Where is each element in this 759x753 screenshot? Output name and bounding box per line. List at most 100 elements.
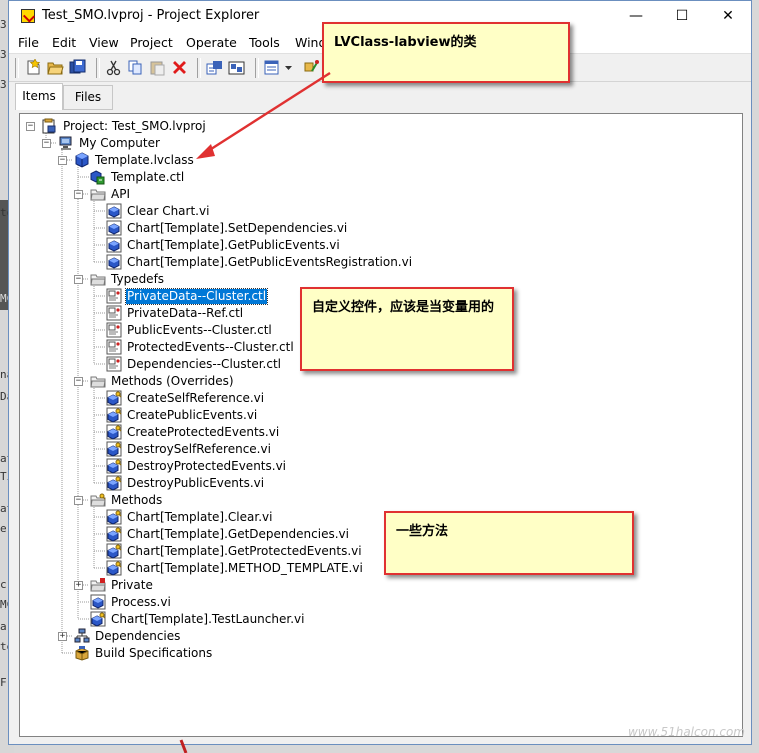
collapse-toggle-icon[interactable]: − — [74, 190, 83, 199]
menu-edit[interactable]: Edit — [52, 35, 76, 50]
callout-lvclass: LVClass-labview的类 — [322, 22, 570, 83]
tree-item[interactable]: Template.ctl — [90, 169, 720, 186]
tree-item-label: Methods (Overrides) — [111, 374, 234, 388]
tree-item[interactable]: CreatePublicEvents.vi — [106, 407, 720, 424]
menu-operate[interactable]: Operate — [186, 35, 237, 50]
window-title: Test_SMO.lvproj - Project Explorer — [42, 8, 260, 23]
tree-item-label: PublicEvents--Cluster.ctl — [127, 323, 272, 337]
collapse-toggle-icon[interactable]: − — [74, 496, 83, 505]
copy-icon[interactable] — [127, 59, 144, 76]
tab-bar: Items Files — [9, 81, 751, 110]
menu-view[interactable]: View — [89, 35, 119, 50]
dependencies-icon — [74, 628, 90, 643]
collapse-toggle-icon[interactable]: − — [26, 122, 35, 131]
dependencies-tool-icon[interactable] — [303, 59, 320, 76]
folder-private-icon — [90, 578, 106, 592]
tree-item[interactable]: DestroyPublicEvents.vi — [106, 475, 720, 492]
maximize-button[interactable]: ☐ — [659, 1, 705, 32]
tree-item[interactable]: Methods (Overrides) — [90, 373, 720, 390]
tree-item-label: Process.vi — [111, 595, 171, 609]
tree-item-label: Methods — [111, 493, 163, 507]
ctl-icon — [106, 322, 122, 338]
expand-toggle-icon[interactable]: + — [58, 632, 67, 641]
vi-key-icon — [106, 407, 122, 423]
background-glyph: F — [0, 676, 7, 689]
background-glyph: 3 — [0, 48, 7, 61]
tree-item[interactable]: Chart[Template].GetPublicEventsRegistrat… — [106, 254, 720, 271]
background-glyph: a — [0, 620, 7, 633]
close-window-button[interactable]: ✕ — [705, 1, 751, 32]
build-icon[interactable] — [206, 59, 223, 76]
tree-item-label: DestroyPublicEvents.vi — [127, 476, 265, 490]
tree-item[interactable]: Build Specifications — [74, 645, 720, 662]
delete-icon[interactable] — [171, 59, 188, 76]
tree-item[interactable]: Project: Test_SMO.lvproj — [42, 118, 720, 135]
vi-icon — [90, 594, 106, 610]
vi-icon — [106, 220, 122, 236]
tree-item-label: Chart[Template].GetDependencies.vi — [127, 527, 349, 541]
tree-item[interactable]: Dependencies — [74, 628, 720, 645]
folder-icon — [90, 189, 106, 201]
new-icon[interactable] — [25, 59, 42, 76]
vi-key-icon — [106, 543, 122, 559]
vi-key-icon — [106, 424, 122, 440]
tree-item[interactable]: Private — [90, 577, 720, 594]
tree-item-label: CreateProtectedEvents.vi — [127, 425, 280, 439]
tree-item[interactable]: DestroyProtectedEvents.vi — [106, 458, 720, 475]
collapse-toggle-icon[interactable]: − — [42, 139, 51, 148]
vi-key-icon — [90, 611, 106, 627]
ctl-icon — [106, 339, 122, 355]
paste-icon[interactable] — [149, 59, 166, 76]
menu-tools[interactable]: Tools — [249, 35, 280, 50]
menu-project[interactable]: Project — [130, 35, 173, 50]
tree-item[interactable]: CreateProtectedEvents.vi — [106, 424, 720, 441]
folder-icon — [90, 376, 106, 388]
collapse-toggle-icon[interactable]: − — [58, 156, 67, 165]
expand-toggle-icon[interactable]: + — [74, 581, 83, 590]
tree-item[interactable]: Typedefs — [90, 271, 720, 288]
tree-item-label: PrivateData--Cluster.ctl — [124, 288, 269, 305]
ctl-icon — [106, 356, 122, 372]
open-folder-icon[interactable] — [47, 59, 64, 76]
minimize-button[interactable]: — — [613, 1, 659, 32]
tree-item-label: Private — [111, 578, 153, 592]
tree-item[interactable]: CreateSelfReference.vi — [106, 390, 720, 407]
tree-item[interactable]: My Computer — [58, 135, 720, 152]
vi-key-icon — [106, 458, 122, 474]
tree-item[interactable]: Chart[Template].TestLauncher.vi — [90, 611, 720, 628]
tree-item[interactable]: DestroySelfReference.vi — [106, 441, 720, 458]
tree-item-label: DestroySelfReference.vi — [127, 442, 271, 456]
vi-icon — [106, 254, 122, 270]
tab-files[interactable]: Files — [63, 85, 113, 110]
menu-file[interactable]: File — [18, 35, 39, 50]
tree-item-label: Dependencies--Cluster.ctl — [127, 357, 282, 371]
tree-item-label: Build Specifications — [95, 646, 213, 660]
tree-item-label: Chart[Template].Clear.vi — [127, 510, 273, 524]
tree-item-label: Project: Test_SMO.lvproj — [63, 119, 206, 133]
collapse-toggle-icon[interactable]: − — [74, 377, 83, 386]
cut-icon[interactable] — [105, 59, 122, 76]
project-explorer-window: Test_SMO.lvproj - Project Explorer — ☐ ✕… — [8, 0, 752, 745]
tree-item[interactable]: Chart[Template].SetDependencies.vi — [106, 220, 720, 237]
tree-item-label: PrivateData--Ref.ctl — [127, 306, 244, 320]
tree-item-label: Chart[Template].GetPublicEvents.vi — [127, 238, 340, 252]
tab-items[interactable]: Items — [15, 83, 63, 110]
computer-icon — [59, 136, 72, 150]
project-tree[interactable]: Project: Test_SMO.lvproj − My Computer − Tem… — [19, 113, 743, 737]
tree-item[interactable]: Methods — [90, 492, 720, 509]
tree-item[interactable]: Chart[Template].GetPublicEvents.vi — [106, 237, 720, 254]
tree-item[interactable]: API — [90, 186, 720, 203]
tree-item[interactable]: Template.lvclass — [74, 152, 720, 169]
folder-key-icon — [90, 493, 106, 507]
background-glyph: 3 — [0, 78, 7, 91]
view-options-dropdown-icon[interactable] — [284, 59, 293, 76]
save-all-icon[interactable] — [69, 59, 86, 76]
tree-item[interactable]: Clear Chart.vi — [106, 203, 720, 220]
tree-item-label: ProtectedEvents--Cluster.ctl — [127, 340, 294, 354]
callout-custom-controls: 自定义控件，应该是当变量用的 — [300, 287, 514, 371]
view-options-icon[interactable] — [264, 59, 281, 76]
build-all-icon[interactable] — [228, 59, 245, 76]
tree-item-label: Chart[Template].SetDependencies.vi — [127, 221, 348, 235]
tree-item[interactable]: Process.vi — [90, 594, 720, 611]
collapse-toggle-icon[interactable]: − — [74, 275, 83, 284]
